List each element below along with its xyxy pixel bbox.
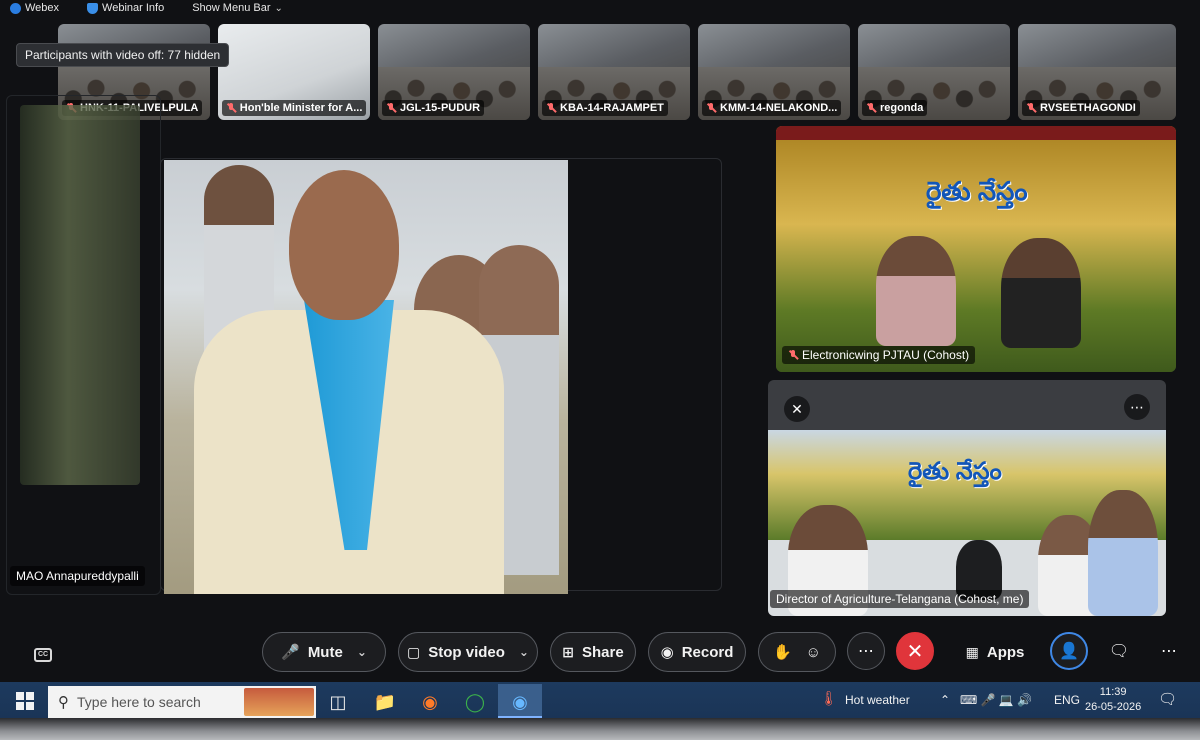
webex-logo-icon [10,2,21,14]
participant-label: RVSEETHAGONDI [1022,100,1140,116]
menu-bar: Webex Webinar Info Show Menu Bar ⌄ [0,0,1200,16]
chevron-down-icon: ⌄ [274,2,283,14]
more-panels-button[interactable]: ⋯ [1150,632,1188,670]
banner-header [776,126,1176,140]
language-indicator[interactable]: ENG [1054,693,1080,707]
active-speaker-name: MAO Annapureddypalli [10,566,145,586]
taskbar-search-box[interactable]: ⚲ Type here to search [48,686,316,718]
pin-icon[interactable]: ✕ [784,396,810,422]
ellipsis-icon: ⋯ [1161,643,1177,660]
clock-time: 11:39 [1099,686,1127,698]
chrome-icon[interactable]: ◯ [460,688,490,716]
shield-icon [87,2,99,14]
mic-muted-icon [1026,103,1036,113]
participant-figure [876,236,956,346]
apps-grid-icon: ▦ [965,643,979,660]
chat-bubble-icon: 🗨 [1108,643,1130,660]
chat-button[interactable]: 🗨 [1100,632,1138,670]
participant-label: KBA-14-RAJAMPET [542,100,668,116]
participant-thumbnail[interactable]: KBA-14-RAJAMPET [538,24,690,120]
participants-icon: 👤 [1059,643,1079,660]
show-menu-bar-label: Show Menu Bar [192,2,271,14]
chevron-down-icon[interactable]: ⌄ [357,645,367,659]
share-button[interactable]: ⊞ Share [550,632,636,672]
record-label: Record [681,643,734,661]
closed-captions-icon[interactable]: CC [34,648,52,662]
show-menu-bar-button[interactable]: Show Menu Bar ⌄ [192,2,283,14]
participants-button[interactable]: 👤 [1050,632,1088,670]
notification-icon[interactable]: 🗨 [1158,690,1177,708]
monitor-bezel [0,718,1200,740]
active-speaker-video[interactable] [164,160,568,594]
firefox-icon[interactable]: ◉ [415,688,445,716]
ellipsis-icon: ⋯ [858,643,874,660]
participant-label: KMM-14-NELAKOND... [702,100,842,116]
webinar-info-menu[interactable]: Webinar Info [87,2,164,14]
task-view-icon[interactable]: ◫ [323,688,353,716]
mic-muted-icon [386,103,396,113]
record-icon: ◉ [660,644,674,661]
reactions-group[interactable]: ✋ ☺ [758,632,836,672]
clock-date: 26-05-2026 [1085,701,1142,713]
participant-figure [1088,490,1158,616]
participant-thumbnail[interactable]: RVSEETHAGONDI [1018,24,1176,120]
stop-video-label: Stop video [428,643,505,661]
stop-video-button[interactable]: ▢ Stop video ⌄ [398,632,538,672]
apps-label: Apps [986,643,1025,661]
leave-meeting-button[interactable]: ✕ [896,632,934,670]
microphone-icon: 🎤 [281,644,300,661]
banner-title: రైతు నేస్తం [908,458,1002,485]
banner-backdrop [776,126,1176,372]
mute-label: Mute [307,643,343,661]
webex-menu[interactable]: Webex [10,2,59,14]
weather-widget[interactable]: Hot weather [845,693,910,707]
participant-thumbnail[interactable]: regonda [858,24,1010,120]
reflection-area [20,105,140,485]
chevron-down-icon[interactable]: ⌄ [519,645,529,659]
mic-muted-icon [866,103,876,113]
show-hidden-icons[interactable]: ⌃ [940,693,950,707]
mic-muted-icon [546,103,556,113]
speaker-figure [194,170,504,594]
participant-label: Hon'ble Minister for A... [222,100,367,116]
emoji-reaction-icon[interactable]: ☺ [806,644,821,661]
camera-icon: ▢ [407,643,421,660]
more-options-button[interactable]: ⋯ [847,632,885,670]
app-name: Webex [25,2,60,14]
file-explorer-icon[interactable]: 📁 [370,688,400,716]
windows-start-icon[interactable] [16,692,34,710]
tile-name-label: Director of Agriculture-Telangana (Cohos… [770,590,1030,608]
participant-thumbnail[interactable]: Hon'ble Minister for A... [218,24,370,120]
mic-muted-icon [706,103,716,113]
apps-button[interactable]: ▦ Apps [950,632,1040,672]
record-button[interactable]: ◉ Record [648,632,746,672]
cohost-video-tile[interactable]: రైతు నేస్తం Electronicwing PJTAU (Cohost… [776,126,1176,372]
search-icon: ⚲ [58,694,69,711]
mute-button[interactable]: 🎤 Mute ⌄ [262,632,386,672]
share-label: Share [582,643,624,661]
participant-thumbnail[interactable]: JGL-15-PUDUR [378,24,530,120]
participant-figure [1001,238,1081,348]
participant-label: JGL-15-PUDUR [382,100,485,116]
participant-label: regonda [862,100,928,116]
webinar-info-label: Webinar Info [102,2,165,14]
tile-name-label: Electronicwing PJTAU (Cohost) [782,346,976,364]
thermometer-icon: 🌡 [820,690,838,706]
more-options-icon[interactable]: ⋯ [1124,394,1150,420]
search-placeholder: Type here to search [77,694,201,710]
self-video-tile[interactable]: రైతు నేస్తం ✕ ⋯ Director of Agriculture-… [768,380,1166,616]
mic-muted-icon [788,350,798,360]
share-screen-icon: ⊞ [562,643,575,660]
hidden-participants-tooltip: Participants with video off: 77 hidden [16,43,230,67]
webex-window: Webex Webinar Info Show Menu Bar ⌄ HNK-1… [0,0,1200,728]
raise-hand-icon[interactable]: ✋ [773,643,792,661]
mic-muted-icon [226,103,236,113]
search-highlight-image [244,688,314,716]
tray-icons[interactable]: ⌨ 🎤 💻 🔊 [960,693,1032,707]
banner-title: రైతు నేస్తం [926,176,1028,206]
clock[interactable]: 11:39 26-05-2026 [1085,685,1141,715]
webex-taskbar-icon[interactable]: ◉ [505,688,535,716]
close-icon: ✕ [906,640,924,663]
participant-thumbnail[interactable]: KMM-14-NELAKOND... [698,24,850,120]
